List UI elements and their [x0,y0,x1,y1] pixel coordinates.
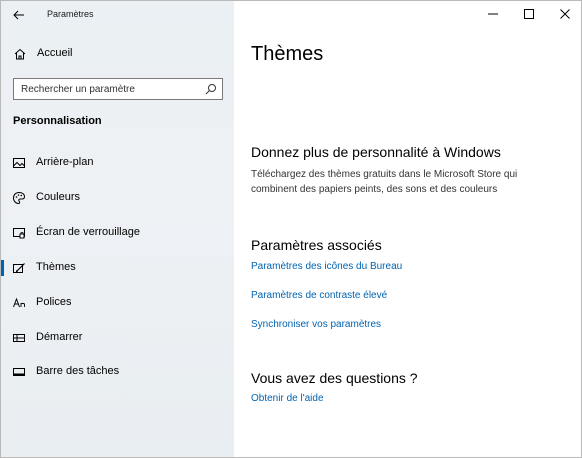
minimize-button[interactable] [475,1,511,27]
minimize-icon [488,13,498,15]
selection-indicator [1,260,4,276]
personalize-description-line: Téléchargez des thèmes gratuits dans le … [251,169,518,180]
sync-settings-link[interactable]: Synchroniser vos paramètres [251,319,381,330]
sidebar-item-label: Polices [36,296,72,308]
search-icon[interactable] [204,82,218,96]
picture-icon [13,158,25,168]
app-title: Paramètres [47,9,94,19]
sidebar-item-label: Écran de verrouillage [36,226,140,238]
sidebar-item-label: Couleurs [36,191,81,203]
close-button[interactable] [547,1,581,27]
font-icon [13,297,25,308]
back-button[interactable] [7,5,31,25]
sidebar-item-demarrer[interactable]: Démarrer [1,324,234,352]
sidebar-item-themes[interactable]: Thèmes [1,254,234,282]
close-icon [560,9,570,19]
high-contrast-settings-link[interactable]: Paramètres de contraste élevé [251,290,387,301]
window-controls [475,1,581,29]
brush-icon [13,263,25,273]
get-help-link[interactable]: Obtenir de l'aide [251,393,324,404]
search-input[interactable] [21,82,201,96]
sidebar-item-barre-taches[interactable]: Barre des tâches [1,358,234,386]
palette-icon [12,191,26,205]
home-label: Accueil [37,47,73,59]
sidebar-item-polices[interactable]: Polices [1,289,234,317]
sidebar-item-label: Arrière-plan [36,156,94,168]
page-title: Thèmes [251,43,324,65]
section-title: Personnalisation [13,115,102,127]
maximize-button[interactable] [511,1,547,27]
sidebar-item-ecran-verrouillage[interactable]: Écran de verrouillage [1,219,234,247]
home-icon [14,48,26,60]
sidebar-item-label: Barre des tâches [36,365,120,377]
settings-window: Paramètres Accueil Personnalisation Arri… [0,0,582,458]
personalize-description: Téléchargez des thèmes gratuits dans le … [251,167,571,197]
search-box[interactable] [13,78,223,100]
sidebar-item-label: Thèmes [36,261,76,273]
title-bar: Paramètres [1,1,234,29]
home-nav-item[interactable]: Accueil [1,41,234,67]
sidebar-item-label: Démarrer [36,331,83,343]
desktop-icons-settings-link[interactable]: Paramètres des icônes du Bureau [251,261,402,272]
main-content: Thèmes Donnez plus de personnalité à Win… [234,1,581,457]
sidebar-item-couleurs[interactable]: Couleurs [1,184,234,212]
personalize-description-line: combinent des papiers peints, des sons e… [251,184,498,195]
back-arrow-icon [13,10,24,20]
personalize-heading: Donnez plus de personnalité à Windows [251,144,501,160]
taskbar-icon [13,368,25,376]
maximize-icon [524,9,534,19]
related-settings-heading: Paramètres associés [251,237,382,253]
sidebar-item-arriere-plan[interactable]: Arrière-plan [1,149,234,177]
lock-screen-icon [13,228,25,239]
start-icon [13,334,25,342]
sidebar: Paramètres Accueil Personnalisation Arri… [1,1,234,457]
questions-heading: Vous avez des questions ? [251,370,418,386]
